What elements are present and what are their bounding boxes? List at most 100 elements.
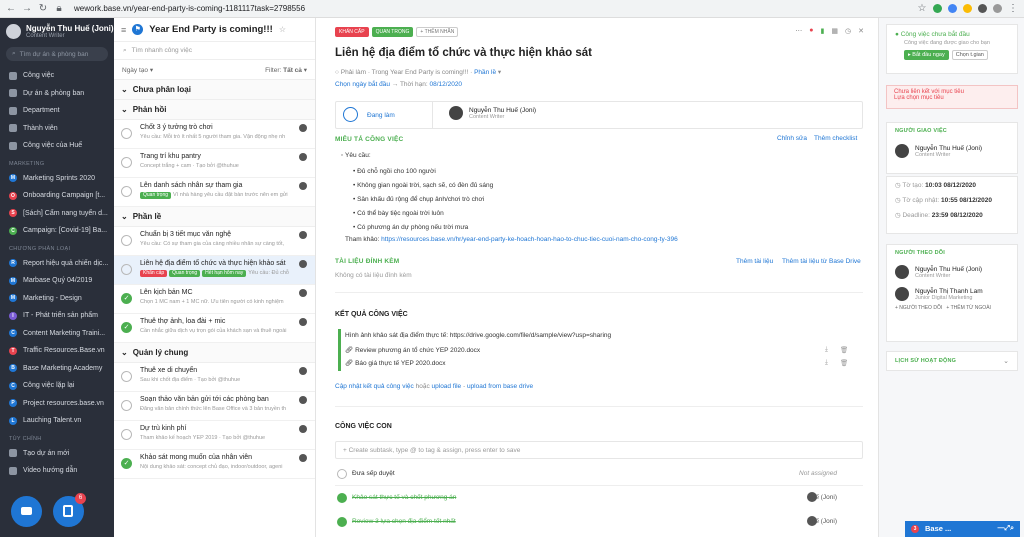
task-checkbox[interactable]: ✓: [121, 293, 132, 304]
download-icon[interactable]: ⤓: [825, 346, 828, 354]
sidebar-item[interactable]: R Report hiệu quả chiến dịc...: [0, 255, 114, 273]
task-group-header[interactable]: ⌄ Quản lý chung: [114, 343, 315, 363]
sidebar-item[interactable]: Department: [0, 102, 114, 120]
upload-drive-link[interactable]: upload from base drive: [467, 383, 533, 390]
extension-icon[interactable]: [933, 4, 942, 13]
history-card[interactable]: LỊCH SỬ HOẠT ĐỘNG ⌄: [886, 351, 1018, 371]
subtask-row[interactable]: Đưa sếp duyệt Not assigned: [335, 465, 863, 486]
task-checkbox[interactable]: [121, 371, 132, 382]
task-row[interactable]: Trang trí khu pantry Concept trắng + cam …: [114, 149, 315, 178]
task-checkbox[interactable]: [121, 235, 132, 246]
sidebar-item[interactable]: C Công việc lặp lại: [0, 377, 114, 395]
sidebar-item[interactable]: C Campaign: [Covid-19] Ba...: [0, 222, 114, 240]
add-outside-button[interactable]: + THÊM TỪ NGOÀI: [946, 305, 991, 311]
hamburger-icon[interactable]: ≡: [121, 25, 126, 35]
sort-dropdown[interactable]: Ngày tạo ▾: [122, 66, 153, 74]
deadline-picker[interactable]: 08/12/2020: [430, 81, 463, 88]
subtask-row[interactable]: Khảo sát thực tế và chốt phương án Huế (J…: [335, 489, 863, 507]
clock-icon[interactable]: ◷: [845, 27, 851, 35]
add-attachment-button[interactable]: Thêm tài liệu: [736, 258, 773, 265]
task-tag[interactable]: KHẨN CẤP: [335, 27, 369, 37]
sidebar-item[interactable]: Video hướng dẫn: [0, 462, 114, 480]
bookmark-icon[interactable]: ▮: [821, 27, 825, 35]
task-search-input[interactable]: ⌕ Tìm nhanh công việc: [114, 42, 315, 60]
sidebar-item[interactable]: P Project resources.base.vn: [0, 395, 114, 413]
sidebar-item[interactable]: Dự án & phòng ban: [0, 85, 114, 103]
result-file[interactable]: 🔗︎ Báo giá thực tế YEP 2020.docx: [345, 359, 446, 367]
update-result-link[interactable]: Cập nhật kết quả công việc: [335, 383, 414, 390]
subtask-assignee[interactable]: Huế (Joni): [807, 494, 837, 501]
choose-time-button[interactable]: Chọn t.gian: [951, 50, 988, 60]
subtask-checkbox[interactable]: [337, 517, 347, 527]
choose-goal-link[interactable]: Lựa chọn mục tiêu: [894, 95, 1010, 101]
status-toggle[interactable]: [343, 107, 358, 122]
follower[interactable]: Nguyễn Thu Huế (Joni) Content Writer: [895, 265, 1009, 279]
task-checkbox[interactable]: [121, 264, 132, 275]
sidebar-item[interactable]: L Lauching Talent.vn: [0, 412, 114, 430]
sidebar-item[interactable]: C Content Marketing Traini...: [0, 325, 114, 343]
sidebar-item[interactable]: I IT - Phát triển sản phẩm: [0, 307, 114, 325]
task-row[interactable]: Dự trù kinh phí Tham khảo kế hoạch YEP 20…: [114, 421, 315, 450]
sidebar-item[interactable]: Công việc: [0, 67, 114, 85]
sidebar-item[interactable]: M Marketing - Design: [0, 290, 114, 308]
user-profile[interactable]: Nguyễn Thu Huế (Joni) Content Writer: [0, 18, 114, 43]
sidebar-item[interactable]: Công việc của Huế: [0, 137, 114, 155]
reference-link[interactable]: https://resources.base.vn/hr/year-end-pa…: [381, 236, 678, 243]
edit-description-button[interactable]: Chỉnh sửa: [777, 135, 807, 142]
task-row[interactable]: Chốt 3 ý tưởng trò chơi Yêu cầu: Mỗi trò …: [114, 120, 315, 149]
upload-file-link[interactable]: upload file: [432, 383, 462, 390]
sidebar-item[interactable]: Thành viên: [0, 120, 114, 138]
close-icon[interactable]: ✕: [858, 27, 864, 35]
extension-icon[interactable]: [948, 4, 957, 13]
sidebar-item[interactable]: T Traffic Resources.Base.vn: [0, 342, 114, 360]
trash-icon[interactable]: 🗑︎: [840, 359, 848, 367]
start-date-picker[interactable]: Chọn ngày bắt đầu: [335, 81, 390, 88]
chat-window-icons[interactable]: —⤢⌕: [997, 521, 1014, 537]
filter-dropdown[interactable]: Filter: Tất cả ▾: [265, 66, 307, 74]
task-checkbox[interactable]: [121, 186, 132, 197]
subtask-assignee[interactable]: Huế (Joni): [807, 518, 837, 525]
task-row[interactable]: ✓ Thuê thợ ảnh, loa đài + mic Cần nhắc giữ…: [114, 314, 315, 343]
subtask-input[interactable]: + Create subtask, type @ to tag & assign…: [335, 441, 863, 459]
task-checkbox[interactable]: ✓: [121, 458, 132, 469]
task-row[interactable]: Soạn thảo văn bản gửi tới các phòng ban Đ…: [114, 392, 315, 421]
task-checkbox[interactable]: [121, 400, 132, 411]
tasks-fab-button[interactable]: 6: [53, 493, 86, 527]
menu-icon[interactable]: ⋮: [1008, 3, 1018, 14]
sidebar-item[interactable]: S [Sách] Cẩm nang tuyển d...: [0, 205, 114, 223]
extension-icon[interactable]: [963, 4, 972, 13]
task-group-header[interactable]: ⌄ Chưa phân loại: [114, 80, 315, 100]
task-tag[interactable]: QUAN TRỌNG: [371, 27, 414, 37]
task-row[interactable]: Liên hệ địa điểm tổ chức và thực hiện kh…: [114, 256, 315, 285]
forward-icon[interactable]: →: [22, 3, 32, 14]
puzzle-icon[interactable]: [978, 4, 987, 13]
task-checkbox[interactable]: ✓: [121, 322, 132, 333]
star-icon[interactable]: ☆: [279, 25, 286, 34]
start-now-button[interactable]: ▸ Bắt đầu ngay: [904, 50, 949, 60]
profile-icon[interactable]: [993, 4, 1002, 13]
chat-widget[interactable]: 3 Base ... —⤢⌕: [905, 521, 1020, 537]
add-from-drive-button[interactable]: Thêm tài liệu từ Base Drive: [782, 258, 861, 265]
task-row[interactable]: Chuẩn bị 3 tiết mục văn nghệ Yêu cầu: Có …: [114, 227, 315, 256]
reload-icon[interactable]: ↻: [38, 3, 48, 14]
task-group-header[interactable]: ⌄ Phần lề: [114, 207, 315, 227]
sidebar-search-input[interactable]: ⌕ Tìm dự án & phòng ban: [6, 47, 108, 61]
subtask-checkbox[interactable]: [337, 469, 347, 479]
subtask-checkbox[interactable]: [337, 493, 347, 503]
add-checklist-button[interactable]: Thêm checklist: [814, 135, 857, 142]
task-group-header[interactable]: ⌄ Phản hồi: [114, 100, 315, 120]
sidebar-item[interactable]: Tạo dự án mới: [0, 445, 114, 463]
back-icon[interactable]: ←: [6, 3, 16, 14]
calendar-icon[interactable]: ▦: [831, 27, 838, 35]
sidebar-item[interactable]: O Onboarding Campaign [t...: [0, 187, 114, 205]
task-checkbox[interactable]: [121, 429, 132, 440]
task-checkbox[interactable]: [121, 128, 132, 139]
alert-icon[interactable]: ●: [809, 27, 813, 35]
add-follower-button[interactable]: + NGƯỜI THEO DÕI: [895, 305, 942, 311]
star-icon[interactable]: ☆: [917, 3, 927, 14]
task-row[interactable]: ✓ Khảo sát mong muốn của nhân viên Nội dun…: [114, 450, 315, 479]
sidebar-item[interactable]: M Marbase Quý 04/2019: [0, 272, 114, 290]
sidebar-item[interactable]: B Base Marketing Academy: [0, 360, 114, 378]
address-bar[interactable]: wework.base.vn/year-end-party-is-coming-…: [74, 4, 911, 13]
task-row[interactable]: Lên danh sách nhân sự tham gia Quan trọng…: [114, 178, 315, 207]
